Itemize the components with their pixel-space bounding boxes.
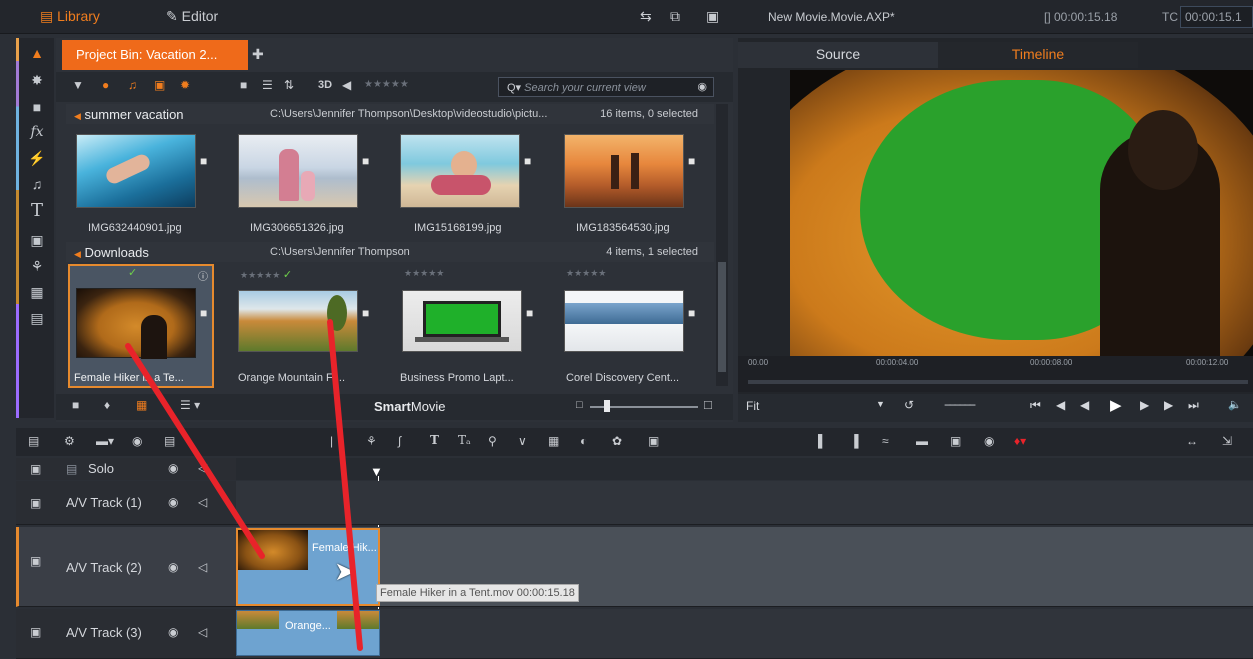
annotation-arrow-line: [327, 319, 363, 651]
annotation-overlay: [125, 319, 363, 651]
annotation-arrow-line: [125, 343, 265, 559]
